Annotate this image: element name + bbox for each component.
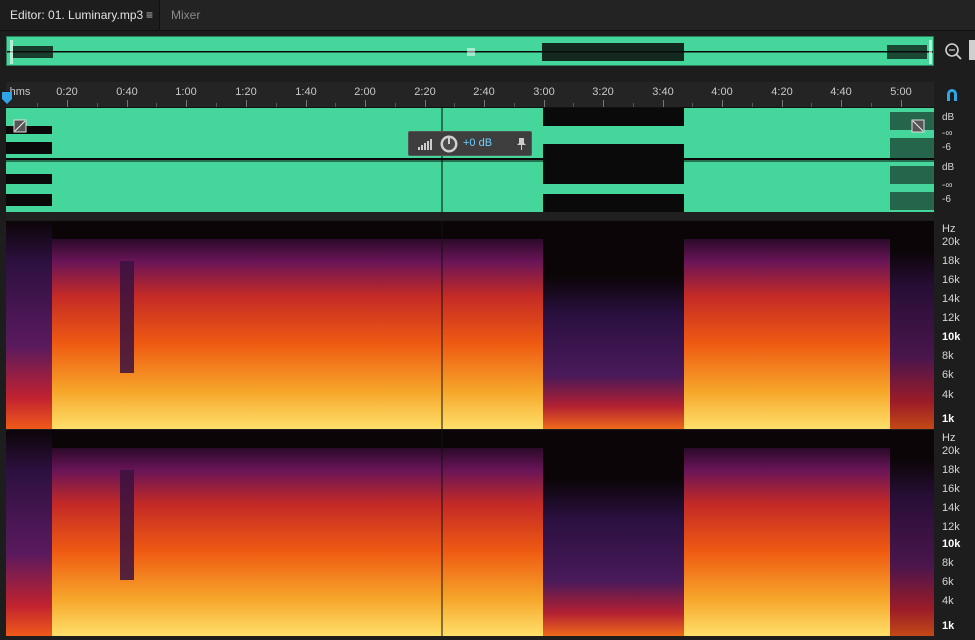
ruler-label: 2:40 (473, 86, 495, 98)
hz-label: 4k (942, 595, 954, 607)
db-label: -6 (942, 142, 951, 153)
hz-label: 18k (942, 255, 960, 267)
hz-label: 8k (942, 557, 954, 569)
hz-label: 14k (942, 502, 960, 514)
pin-icon[interactable] (515, 137, 527, 151)
hz-label: Hz (942, 432, 956, 444)
time-ruler[interactable]: hms 0:20 0:40 1:00 1:20 1:40 2:00 2:20 2… (6, 82, 934, 108)
hz-label: 14k (942, 293, 960, 305)
db-scale: dB -∞ -6 dB -∞ -6 (934, 108, 975, 212)
tab-mixer-label: Mixer (171, 8, 201, 22)
frequency-scale-channel-2: Hz 20k 18k 16k 14k 12k 10k 8k 6k 4k 1k (934, 430, 975, 636)
spectrogram-graphic (6, 221, 934, 429)
hz-label: 10k (942, 331, 961, 343)
hz-label: 16k (942, 274, 960, 286)
spectrogram-graphic (6, 430, 934, 636)
hz-label: 16k (942, 483, 960, 495)
zoom-selection-icon[interactable] (942, 40, 964, 62)
db-label: -∞ (942, 128, 953, 139)
ruler-label: 4:00 (711, 86, 733, 98)
hz-label: 4k (942, 389, 954, 401)
db-label: dB (942, 112, 955, 123)
ruler-label: 4:40 (830, 86, 852, 98)
volume-value[interactable]: +0 dB (463, 137, 492, 149)
ruler-label: 1:40 (295, 86, 317, 98)
hz-label: 8k (942, 350, 954, 362)
hz-label: 6k (942, 369, 954, 381)
hz-label: 10k (942, 538, 961, 550)
tab-editor[interactable]: Editor: 01. Luminary.mp3 ≡ (0, 0, 160, 30)
ruler-label: 3:00 (533, 86, 555, 98)
tab-editor-label: Editor: 01. Luminary.mp3 (10, 8, 144, 22)
ruler-unit-label: hms (9, 86, 31, 98)
frequency-scale-channel-1: Hz 20k 18k 16k 14k 12k 10k 8k 6k 4k 1k (934, 221, 975, 429)
spectral-display-channel-1[interactable] (6, 221, 934, 429)
tab-mixer[interactable]: Mixer (161, 0, 229, 30)
snap-magnet-icon[interactable] (944, 87, 960, 103)
ruler-label: 3:20 (592, 86, 614, 98)
pane-divider[interactable] (6, 212, 934, 220)
hz-label: 6k (942, 576, 954, 588)
volume-hud[interactable]: +0 dB (408, 131, 532, 156)
ruler-label: 1:00 (175, 86, 197, 98)
volume-knob-icon[interactable] (439, 134, 459, 154)
ruler-label: 2:00 (354, 86, 376, 98)
overview-scrollbar[interactable] (969, 40, 975, 60)
ruler-label: 3:40 (652, 86, 674, 98)
hz-label: 1k (942, 620, 955, 632)
hz-label: 12k (942, 312, 960, 324)
db-label: -∞ (942, 180, 953, 191)
waveform-graphic (6, 108, 934, 212)
ruler-label: 5:00 (890, 86, 912, 98)
spectral-display-channel-2[interactable] (6, 430, 934, 636)
db-label: -6 (942, 194, 951, 205)
hz-label: 20k (942, 236, 960, 248)
ruler-label: 1:20 (235, 86, 257, 98)
ruler-label: 0:20 (56, 86, 78, 98)
waveform-display[interactable] (6, 108, 934, 212)
hz-label: 12k (942, 521, 960, 533)
db-label: dB (942, 162, 955, 173)
hz-label: 1k (942, 413, 955, 425)
ruler-label: 2:20 (414, 86, 436, 98)
panel-tab-bar: Editor: 01. Luminary.mp3 ≡ Mixer (0, 0, 975, 31)
hz-label: 18k (942, 464, 960, 476)
hamburger-icon[interactable]: ≡ (146, 0, 153, 30)
hz-label: 20k (942, 445, 960, 457)
level-meter-icon (418, 139, 432, 150)
ruler-label: 0:40 (116, 86, 138, 98)
overview-waveform[interactable] (6, 36, 934, 66)
hz-label: Hz (942, 223, 956, 235)
overview-waveform-graphic (7, 40, 933, 64)
playhead-marker[interactable] (2, 92, 12, 104)
ruler-label: 4:20 (771, 86, 793, 98)
